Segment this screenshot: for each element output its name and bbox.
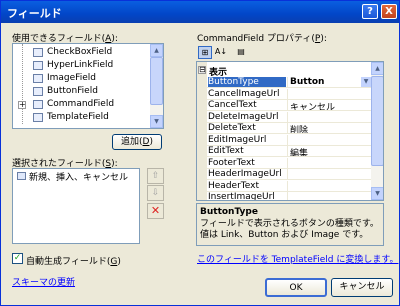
property-pages-icon[interactable]: ▤ — [234, 46, 248, 59]
autogenerate-checkbox[interactable]: ✓ — [12, 253, 23, 264]
property-value[interactable]: キャンセル — [287, 100, 371, 110]
property-row[interactable]: HeaderText — [207, 180, 371, 192]
refresh-schema-link[interactable]: スキーマの更新 — [12, 275, 75, 288]
available-field-item[interactable]: + CommandField — [13, 99, 149, 111]
delete-field-button[interactable]: ✕ — [147, 203, 164, 219]
scroll-up-button[interactable]: ▲ — [371, 62, 383, 75]
property-name: InsertImageUrl — [208, 192, 275, 201]
category-row[interactable]: ⊟ 表示 — [197, 65, 371, 78]
selected-fields-list[interactable]: 新規、挿入、キャンセル — [12, 168, 140, 244]
property-name: DeleteImageUrl — [208, 111, 279, 122]
categorized-view-icon[interactable]: ⊞ — [198, 46, 212, 59]
property-row[interactable]: InsertImageUrl — [207, 192, 371, 201]
property-value[interactable] — [287, 111, 371, 122]
property-name: EditText — [208, 146, 244, 156]
scroll-thumb[interactable] — [371, 76, 383, 166]
convert-to-template-link[interactable]: このフィールドを TemplateField に変換します。 — [197, 252, 398, 265]
property-name: CancelImageUrl — [208, 88, 280, 99]
property-value[interactable] — [287, 169, 371, 179]
available-field-item[interactable]: CheckBoxField — [13, 47, 149, 59]
move-up-button[interactable]: ⇧ — [147, 168, 164, 184]
collapse-icon[interactable]: ⊟ — [198, 66, 206, 74]
property-value[interactable] — [287, 192, 371, 200]
available-field-text: TemplateField — [47, 112, 109, 122]
selected-field-item[interactable]: 新規、挿入、キャンセル — [15, 170, 139, 183]
scroll-up-button[interactable]: ▲ — [150, 44, 163, 57]
property-value[interactable]: 編集 — [287, 146, 371, 156]
help-button[interactable]: ? — [362, 4, 378, 19]
available-field-item[interactable]: HyperLinkField — [13, 60, 149, 72]
property-grid[interactable]: ⊟ 表示 ButtonType Button ▼ CancelImageUrl Canc… — [196, 61, 384, 201]
autogenerate-label: 自動生成フィールド(G) — [26, 257, 121, 267]
hyperlink-field-icon — [33, 61, 43, 70]
scroll-down-button[interactable]: ▼ — [371, 187, 383, 200]
property-row[interactable]: DeleteText 削除 — [207, 123, 371, 134]
properties-toolbar: ⊞ A↓ ▤ — [196, 45, 384, 61]
window-title: フィールド — [7, 7, 62, 20]
property-row[interactable]: HeaderImageUrl — [207, 169, 371, 180]
property-name: HeaderText — [208, 180, 259, 191]
available-field-text: ImageField — [47, 73, 96, 83]
property-value[interactable] — [287, 157, 371, 168]
command-field-icon — [17, 172, 26, 180]
property-row[interactable]: EditText 編集 — [207, 146, 371, 157]
title-bar[interactable]: フィールド ? X — [1, 1, 399, 23]
property-name: FooterText — [208, 157, 255, 168]
property-row[interactable]: CancelImageUrl — [207, 88, 371, 100]
scroll-down-button[interactable]: ▼ — [150, 115, 163, 128]
properties-label: CommandField プロパティ(P): — [197, 34, 327, 44]
property-value[interactable] — [287, 134, 371, 145]
property-value[interactable] — [287, 180, 371, 191]
available-fields-tree[interactable]: CheckBoxField HyperLinkField ImageField But… — [12, 43, 164, 129]
button-field-icon — [33, 87, 43, 96]
property-row[interactable]: FooterText — [207, 157, 371, 169]
available-field-item[interactable]: ImageField — [13, 73, 149, 85]
property-row[interactable]: ButtonType Button ▼ — [207, 77, 371, 88]
close-button[interactable]: X — [381, 4, 397, 19]
checkbox-field-icon — [33, 48, 43, 57]
property-value[interactable]: 削除 — [287, 123, 371, 133]
property-name: CancelText — [208, 100, 257, 110]
description-text: フィールドで表示されるボタンの種類です。値は Link、Button および I… — [200, 219, 379, 240]
property-row[interactable]: EditImageUrl — [207, 134, 371, 146]
scroll-thumb[interactable] — [150, 57, 163, 105]
ok-button[interactable]: OK — [265, 278, 327, 297]
available-fields-scrollbar[interactable]: ▲ ▼ — [150, 44, 163, 128]
property-grid-gutter — [197, 62, 207, 200]
available-field-text: ButtonField — [47, 86, 98, 96]
expand-icon[interactable]: + — [18, 101, 26, 109]
available-field-item[interactable]: ButtonField — [13, 86, 149, 98]
dropdown-arrow-icon[interactable]: ▼ — [361, 77, 371, 87]
available-field-item[interactable]: TemplateField — [13, 112, 149, 124]
property-value[interactable]: Button — [287, 77, 371, 87]
available-field-text: CheckBoxField — [47, 47, 113, 57]
template-field-icon — [33, 113, 43, 122]
property-name: HeaderImageUrl — [208, 169, 282, 179]
selected-field-text: 新規、挿入、キャンセル — [29, 173, 129, 183]
add-button[interactable]: 追加(D) — [112, 134, 162, 150]
alphabetical-sort-icon[interactable]: A↓ — [214, 46, 228, 59]
property-grid-scrollbar[interactable]: ▲ ▼ — [371, 62, 383, 200]
property-value[interactable] — [287, 88, 371, 99]
property-name: DeleteText — [208, 123, 256, 133]
description-title: ButtonType — [200, 207, 258, 217]
property-row[interactable]: CancelText キャンセル — [207, 100, 371, 111]
command-field-icon — [33, 100, 43, 109]
image-field-icon — [33, 74, 43, 83]
property-name: EditImageUrl — [208, 134, 267, 145]
available-field-text: CommandField — [47, 99, 115, 109]
cancel-button[interactable]: キャンセル — [331, 278, 393, 297]
property-row[interactable]: DeleteImageUrl — [207, 111, 371, 123]
property-name: ButtonType — [208, 77, 286, 87]
fields-dialog: フィールド ? X 使用できるフィールド(A): CheckBoxField Hy… — [0, 0, 400, 306]
move-down-button[interactable]: ⇩ — [147, 185, 164, 201]
available-field-text: HyperLinkField — [47, 60, 114, 70]
property-description-panel: ButtonType フィールドで表示されるボタンの種類です。値は Link、B… — [196, 203, 384, 246]
